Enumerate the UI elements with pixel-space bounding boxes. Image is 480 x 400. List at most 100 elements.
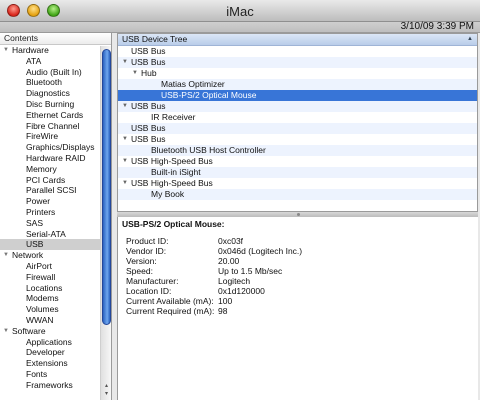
sidebar-item-frameworks[interactable]: Frameworks [0, 380, 100, 391]
sidebar-item-ata[interactable]: ATA [0, 56, 100, 67]
property-value: 0x046d (Logitech Inc.) [218, 246, 303, 256]
sidebar-item-label: Ethernet Cards [26, 109, 84, 120]
sidebar-item-applications[interactable]: Applications [0, 337, 100, 348]
title-bar[interactable]: iMac [0, 0, 480, 22]
sidebar-item-label: FireWire [26, 131, 59, 142]
property-value: Logitech [218, 276, 251, 286]
tree-row-label: USB-PS/2 Optical Mouse [161, 90, 257, 100]
sidebar-list: ▼ Hardware ATA Audio (Built In) Bluetooth Dia… [0, 45, 111, 391]
sidebar-item-hardware[interactable]: ▼ Hardware [0, 45, 100, 56]
disclosure-triangle-icon[interactable]: ▼ [122, 156, 131, 167]
sidebar-header[interactable]: Contents [0, 33, 111, 45]
sidebar-item-serial-ata[interactable]: Serial-ATA [0, 229, 100, 240]
tree-row-label: Hub [141, 68, 157, 78]
tree-row[interactable]: ▼ USB Bus [118, 134, 477, 145]
sidebar-item-parallel-scsi[interactable]: Parallel SCSI [0, 185, 100, 196]
tree-row-label: Bluetooth USB Host Controller [151, 145, 266, 155]
sort-indicator-icon: ▲ [467, 36, 473, 42]
tree-column-header[interactable]: USB Device Tree ▲ [118, 34, 477, 46]
sidebar-item-volumes[interactable]: Volumes [0, 304, 100, 315]
sidebar-item-airport[interactable]: AirPort [0, 261, 100, 272]
disclosure-triangle-icon[interactable]: ▼ [3, 250, 12, 261]
disclosure-triangle-icon[interactable]: ▼ [122, 134, 131, 145]
tree-row-label: IR Receiver [151, 112, 196, 122]
sidebar-item-hardware-raid[interactable]: Hardware RAID [0, 153, 100, 164]
tree-row[interactable]: Matias Optimizer [118, 79, 477, 90]
sidebar-item-wwan[interactable]: WWAN [0, 315, 100, 326]
sidebar-item-bluetooth[interactable]: Bluetooth [0, 77, 100, 88]
sidebar-item-label: SAS [26, 217, 44, 228]
sidebar-item-label: Modems [26, 293, 59, 304]
property-row: Current Available (mA): 100 [126, 296, 302, 306]
sidebar-item-locations[interactable]: Locations [0, 283, 100, 294]
sidebar-item-pci-cards[interactable]: PCI Cards [0, 175, 100, 186]
tree-row[interactable]: USB Bus [118, 123, 477, 134]
sidebar-item-label: Developer [26, 347, 65, 358]
sidebar-item-extensions[interactable]: Extensions [0, 358, 100, 369]
disclosure-triangle-icon[interactable]: ▼ [3, 45, 12, 56]
tree-row[interactable]: ▼ USB High-Speed Bus [118, 156, 477, 167]
sidebar-item-sas[interactable]: SAS [0, 218, 100, 229]
sidebar-scroll-thumb[interactable] [102, 49, 111, 325]
sidebar-item-label: Frameworks [26, 379, 73, 390]
sidebar: Contents ▼ Hardware ATA Audio (Built In) Blu… [0, 33, 112, 400]
property-value: 98 [218, 306, 228, 316]
splitter-handle-icon[interactable] [297, 213, 300, 216]
sidebar-item-software[interactable]: ▼ Software [0, 326, 100, 337]
property-value: 20.00 [218, 256, 240, 266]
sidebar-item-fonts[interactable]: Fonts [0, 369, 100, 380]
sidebar-item-label: Bluetooth [26, 77, 62, 88]
property-key: Version: [126, 256, 157, 266]
tree-row-label: My Book [151, 189, 185, 199]
disclosure-triangle-icon[interactable]: ▼ [132, 68, 141, 79]
sidebar-item-label: Locations [26, 282, 63, 293]
sidebar-item-disc-burning[interactable]: Disc Burning [0, 99, 100, 110]
sidebar-scrollbar[interactable]: ▴ ▾ [100, 46, 111, 400]
tree-row[interactable]: ▼ USB Bus [118, 57, 477, 68]
tree-row[interactable]: ▼ USB High-Speed Bus [118, 178, 477, 189]
sidebar-item-label: Network [12, 250, 44, 261]
sidebar-item-fibre-channel[interactable]: Fibre Channel [0, 121, 100, 132]
tree-row[interactable]: My Book [118, 189, 477, 200]
tree-header-label: USB Device Tree [122, 34, 188, 44]
tree-row[interactable]: Bluetooth USB Host Controller [118, 145, 477, 156]
tree-row-label: USB Bus [131, 57, 166, 67]
tree-row[interactable]: USB-PS/2 Optical Mouse [118, 90, 477, 101]
property-row: Speed: Up to 1.5 Mb/sec [126, 266, 302, 276]
sidebar-item-firewall[interactable]: Firewall [0, 272, 100, 283]
sidebar-item-label: Memory [26, 163, 57, 174]
sidebar-item-label: Power [26, 196, 51, 207]
sidebar-item-label: Hardware [12, 45, 49, 55]
sidebar-item-memory[interactable]: Memory [0, 164, 100, 175]
property-key: Vendor ID: [126, 246, 167, 256]
disclosure-triangle-icon[interactable]: ▼ [3, 326, 12, 337]
sidebar-item-network[interactable]: ▼ Network [0, 250, 100, 261]
sidebar-item-label: AirPort [26, 260, 52, 271]
tree-row[interactable]: ▼ USB Bus [118, 101, 477, 112]
sidebar-item-modems[interactable]: Modems [0, 293, 100, 304]
sidebar-item-usb[interactable]: USB [0, 239, 100, 251]
sidebar-item-power[interactable]: Power [0, 196, 100, 207]
disclosure-triangle-icon[interactable]: ▼ [122, 57, 131, 68]
tree-row[interactable]: Built-in iSight [118, 167, 477, 178]
sidebar-item-audio-built-in[interactable]: Audio (Built In) [0, 67, 100, 78]
tree-row[interactable]: IR Receiver [118, 112, 477, 123]
sidebar-item-graphics-displays[interactable]: Graphics/Displays [0, 142, 100, 153]
disclosure-triangle-icon[interactable]: ▼ [122, 101, 131, 112]
sidebar-item-diagnostics[interactable]: Diagnostics [0, 88, 100, 99]
disclosure-triangle-icon[interactable]: ▼ [122, 178, 131, 189]
detail-pane: USB-PS/2 Optical Mouse: Product ID: 0xc03… [117, 217, 478, 400]
sidebar-item-firewire[interactable]: FireWire [0, 131, 100, 142]
sidebar-item-label: USB [26, 239, 44, 250]
tree-rows: USB Bus ▼ USB Bus ▼ Hub Matias Optimizer USB-P… [118, 46, 477, 200]
scroll-arrows-icon[interactable]: ▴ ▾ [102, 382, 111, 398]
sidebar-item-ethernet-cards[interactable]: Ethernet Cards [0, 110, 100, 121]
sidebar-item-printers[interactable]: Printers [0, 207, 100, 218]
property-row: Current Required (mA): 98 [126, 306, 302, 316]
tree-row[interactable]: ▼ Hub [118, 68, 477, 79]
property-value: 0x1d120000 [218, 286, 265, 296]
date-time-text: 3/10/09 3:39 PM [400, 21, 474, 32]
property-value: 0xc03f [218, 236, 244, 246]
sidebar-item-developer[interactable]: Developer [0, 347, 100, 358]
tree-row[interactable]: USB Bus [118, 46, 477, 57]
